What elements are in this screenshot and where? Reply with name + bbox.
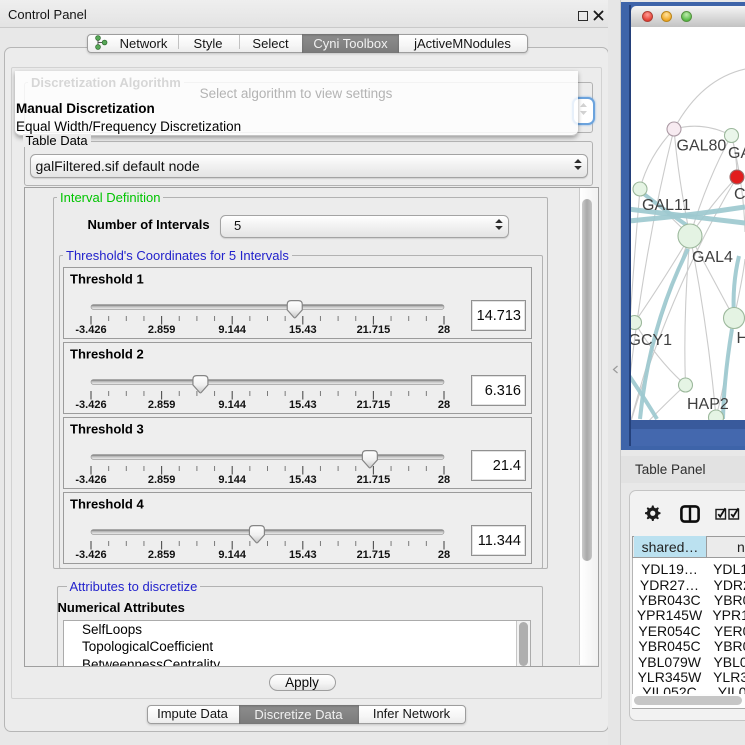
svg-text:Threshold 4: Threshold 4 xyxy=(70,497,144,512)
svg-text:9.144: 9.144 xyxy=(218,549,246,561)
svg-text:Threshold 2: Threshold 2 xyxy=(70,347,144,362)
svg-text:GA: GA xyxy=(728,145,745,162)
svg-text:GAL4: GAL4 xyxy=(692,249,733,266)
svg-text:Threshold 3: Threshold 3 xyxy=(70,422,144,437)
svg-text:-3.426: -3.426 xyxy=(75,324,106,336)
svg-text:9.144: 9.144 xyxy=(218,474,246,486)
svg-text:15.43: 15.43 xyxy=(289,324,317,336)
svg-text:-3.426: -3.426 xyxy=(75,399,106,411)
svg-text:9.144: 9.144 xyxy=(218,399,246,411)
svg-text:28: 28 xyxy=(438,324,450,336)
svg-text:15.43: 15.43 xyxy=(289,474,317,486)
svg-text:28: 28 xyxy=(438,549,450,561)
svg-text:9.144: 9.144 xyxy=(218,324,246,336)
svg-text:-3.426: -3.426 xyxy=(75,474,106,486)
svg-text:2.859: 2.859 xyxy=(148,399,176,411)
svg-text:28: 28 xyxy=(438,399,450,411)
svg-text:-3.426: -3.426 xyxy=(75,549,106,561)
svg-text:2.859: 2.859 xyxy=(148,324,176,336)
svg-text:15.43: 15.43 xyxy=(289,399,317,411)
svg-text:21.715: 21.715 xyxy=(357,399,391,411)
svg-text:H: H xyxy=(737,330,745,347)
svg-text:C: C xyxy=(734,186,745,203)
svg-text:21.715: 21.715 xyxy=(357,474,391,486)
svg-text:GCY1: GCY1 xyxy=(631,332,672,349)
svg-text:Threshold 1: Threshold 1 xyxy=(70,272,144,287)
svg-text:15.43: 15.43 xyxy=(289,549,317,561)
svg-text:GAL11: GAL11 xyxy=(642,197,691,214)
svg-text:28: 28 xyxy=(438,474,450,486)
svg-text:21.715: 21.715 xyxy=(357,324,391,336)
svg-text:GAL80: GAL80 xyxy=(677,138,727,155)
svg-text:2.859: 2.859 xyxy=(148,549,176,561)
svg-text:2.859: 2.859 xyxy=(148,474,176,486)
svg-text:21.715: 21.715 xyxy=(357,549,391,561)
svg-text:HAP2: HAP2 xyxy=(687,396,729,413)
